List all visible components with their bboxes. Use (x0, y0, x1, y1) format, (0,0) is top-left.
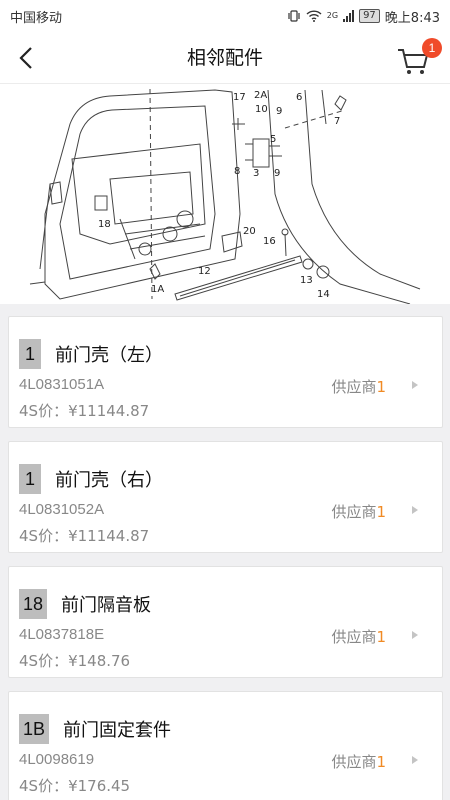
status-bar: 中国移动 2G 97 晚上8:43 (0, 0, 450, 32)
part-name: 前门壳（右） (55, 470, 163, 491)
part-price: 4S价：¥176.45 (19, 777, 131, 795)
callout-label[interactable]: 9 (276, 106, 282, 117)
part-card[interactable]: 1 前门壳（左） 4L0831051A 4S价：¥11144.87 供应商1 (8, 316, 443, 428)
page-title: 相邻配件 (186, 47, 263, 69)
chevron-right-icon[interactable] (412, 756, 418, 764)
part-code: 4L0837818E (19, 626, 105, 643)
cart-button[interactable]: 1 (396, 38, 442, 78)
part-code: 4L0098619 (19, 751, 95, 768)
network-type: 2G (326, 10, 339, 20)
title-bar: 相邻配件 1 (0, 32, 450, 84)
chevron-right-icon[interactable] (412, 506, 418, 514)
callout-label[interactable]: 10 (255, 104, 268, 115)
supplier-link[interactable]: 供应商1 (331, 501, 386, 522)
callout-label[interactable]: 2A (254, 90, 267, 101)
parts-diagram[interactable]: 17 10 2A 6 7 9 8 3 5 9 18 20 16 1A 12 13… (0, 84, 450, 304)
back-arrow-icon (19, 47, 32, 69)
callout-label[interactable]: 14 (317, 289, 330, 300)
status-icons: 2G 97 晚上8:43 (287, 7, 440, 26)
callout-label[interactable]: 12 (198, 266, 211, 277)
callout-label[interactable]: 8 (234, 166, 240, 177)
parts-list: 1 前门壳（左） 4L0831051A 4S价：¥11144.87 供应商1 1… (8, 316, 443, 800)
clock: 晚上8:43 (384, 10, 440, 26)
callout-label[interactable]: 13 (300, 275, 313, 286)
part-code: 4L0831052A (19, 501, 105, 518)
part-card[interactable]: 18 前门隔音板 4L0837818E 4S价：¥148.76 供应商1 (8, 566, 443, 678)
part-card[interactable]: 1B 前门固定套件 4L0098619 4S价：¥176.45 供应商1 (8, 691, 443, 800)
supplier-label: 供应商 (331, 628, 377, 646)
part-number-tag: 1B (19, 714, 50, 744)
callout-label[interactable]: 17 (233, 92, 246, 103)
callout-label[interactable]: 7 (334, 116, 340, 127)
callout-label[interactable]: 3 (253, 168, 259, 179)
vibrate-icon (288, 10, 300, 22)
part-name: 前门隔音板 (61, 595, 152, 616)
callout-label[interactable]: 16 (263, 236, 276, 247)
door-exploded-diagram (29, 88, 421, 304)
part-number-tag: 1 (19, 339, 41, 369)
chevron-right-icon[interactable] (412, 381, 418, 389)
part-number-tag: 1 (19, 464, 41, 494)
supplier-label: 供应商 (331, 753, 377, 771)
supplier-count: 1 (376, 628, 386, 646)
callout-label[interactable]: 5 (270, 134, 276, 145)
part-name: 前门固定套件 (63, 720, 172, 741)
supplier-count: 1 (376, 378, 386, 396)
wifi-icon (306, 10, 322, 22)
carrier-label: 中国移动 (10, 10, 63, 26)
cart-count-badge: 1 (422, 38, 442, 58)
supplier-label: 供应商 (331, 378, 377, 396)
callout-label[interactable]: 9 (274, 168, 280, 179)
part-price: 4S价：¥11144.87 (19, 527, 150, 545)
callout-label[interactable]: 18 (98, 219, 111, 230)
supplier-link[interactable]: 供应商1 (331, 626, 386, 647)
battery-icon: 97 (359, 9, 380, 23)
supplier-count: 1 (376, 503, 386, 521)
chevron-right-icon[interactable] (412, 631, 418, 639)
supplier-link[interactable]: 供应商1 (331, 376, 386, 397)
signal-icon (343, 10, 355, 22)
part-price: 4S价：¥148.76 (19, 652, 131, 670)
part-card[interactable]: 1 前门壳（右） 4L0831052A 4S价：¥11144.87 供应商1 (8, 441, 443, 553)
part-name: 前门壳（左） (55, 345, 163, 366)
callout-label[interactable]: 1A (151, 284, 164, 295)
part-price: 4S价：¥11144.87 (19, 402, 150, 420)
supplier-count: 1 (376, 753, 386, 771)
part-number-tag: 18 (19, 589, 48, 619)
supplier-label: 供应商 (331, 503, 377, 521)
part-code: 4L0831051A (19, 376, 105, 393)
callout-label[interactable]: 20 (243, 226, 256, 237)
callout-label[interactable]: 6 (296, 92, 302, 103)
back-button[interactable] (10, 42, 42, 74)
supplier-link[interactable]: 供应商1 (331, 751, 386, 772)
